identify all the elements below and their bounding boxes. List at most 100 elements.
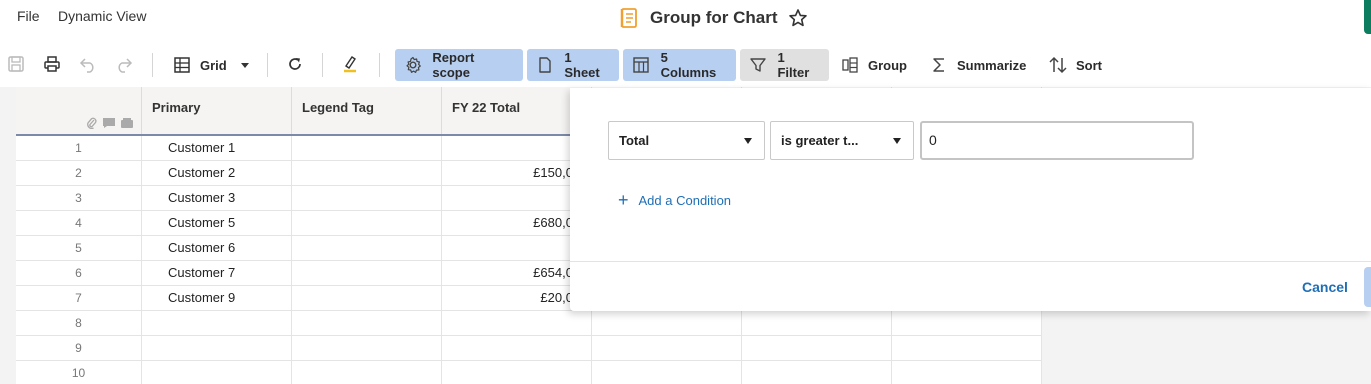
grid-cell[interactable] [292,286,442,311]
add-condition-link[interactable]: + Add a Condition [618,191,731,209]
grid-cell[interactable] [592,311,742,336]
header-icons [86,117,134,132]
menu-file[interactable]: File [17,8,40,24]
filter-icon [748,55,767,75]
grid-cell[interactable] [292,136,442,161]
sheet-icon [535,55,554,75]
primary-cell[interactable] [142,336,292,361]
row-number: 1 [16,136,142,161]
favorite-star-icon[interactable] [788,8,808,28]
grid-cell[interactable] [292,211,442,236]
row-number: 7 [16,286,142,311]
filter-value-input[interactable]: 0 [920,121,1194,160]
fy22-total-cell[interactable] [442,361,592,384]
plus-icon: + [618,190,629,210]
sort-button[interactable]: Sort [1048,49,1102,81]
print-icon[interactable] [42,54,62,74]
brand-edge [1364,0,1371,34]
grid-cell[interactable] [292,361,442,384]
sheets-button[interactable]: 1 Sheet [527,49,619,81]
grid-cell[interactable] [592,361,742,384]
toolbar-divider [379,53,380,77]
sort-label: Sort [1076,57,1102,73]
sheets-label: 1 Sheet [564,50,600,80]
summarize-button[interactable]: Summarize [929,49,1026,81]
grid-cell[interactable] [292,311,442,336]
proof-icon [120,117,134,132]
table-row[interactable]: 9 [16,336,1042,361]
primary-cell[interactable]: Customer 7 [142,261,292,286]
undo-icon[interactable] [78,54,98,74]
filter-panel: Total is greater t... 0 + Add a Conditio… [570,88,1371,311]
primary-cell[interactable]: Customer 1 [142,136,292,161]
group-icon [840,55,860,75]
column-header-legend-tag[interactable]: Legend Tag [292,87,442,134]
primary-cell[interactable]: Customer 3 [142,186,292,211]
grid-cell[interactable] [292,261,442,286]
row-number: 8 [16,311,142,336]
primary-cell[interactable] [142,361,292,384]
highlight-icon[interactable] [340,54,360,74]
toolbar-divider [267,53,268,77]
grid-cell[interactable] [892,336,1042,361]
grid-icon [172,55,192,75]
filter-button[interactable]: 1 Filter [740,49,829,81]
filter-operator-select[interactable]: is greater t... [770,121,914,160]
grid-cell[interactable] [592,336,742,361]
report-scope-label: Report scope [432,50,475,80]
toolbar-divider [152,53,153,77]
sigma-icon [929,55,949,75]
grid-cell[interactable] [292,336,442,361]
comment-icon [102,117,116,132]
primary-cell[interactable] [142,311,292,336]
grid-cell[interactable] [292,186,442,211]
report-scope-button[interactable]: Report scope [395,49,523,81]
menu-dynamic-view[interactable]: Dynamic View [58,8,146,24]
fy22-total-cell[interactable] [442,311,592,336]
filter-field-value: Total [619,133,650,148]
document-title[interactable]: Group for Chart [650,8,778,28]
grid-cell[interactable] [742,361,892,384]
filter-label: 1 Filter [777,50,810,80]
summarize-label: Summarize [957,57,1027,73]
caret-down-icon [893,137,901,144]
redo-icon[interactable] [114,54,134,74]
document-title-area: Group for Chart [618,5,808,31]
filter-field-select[interactable]: Total [608,121,765,160]
columns-button[interactable]: 5 Columns [623,49,736,81]
panel-divider [570,261,1371,262]
row-number: 2 [16,161,142,186]
ok-button[interactable] [1364,267,1371,307]
grid-cell[interactable] [742,336,892,361]
grid-cell[interactable] [292,161,442,186]
attachment-icon [86,117,98,132]
caret-down-icon [744,137,752,144]
toolbar: Grid Report scope 1 Sheet 5 Columns 1 Fi… [0,40,1371,88]
refresh-icon[interactable] [285,54,305,74]
menu-bar: File Dynamic View Group for Chart [0,0,1371,36]
primary-cell[interactable]: Customer 6 [142,236,292,261]
column-header-primary[interactable]: Primary [142,87,292,134]
row-number: 3 [16,186,142,211]
view-mode-dropdown[interactable]: Grid [172,49,249,81]
grid-cell[interactable] [892,361,1042,384]
add-condition-label: Add a Condition [638,192,732,208]
row-number: 5 [16,236,142,261]
row-number: 6 [16,261,142,286]
table-row[interactable]: 10 [16,361,1042,384]
row-number: 10 [16,361,142,384]
grid-cell[interactable] [742,311,892,336]
group-button[interactable]: Group [840,49,907,81]
fy22-total-cell[interactable] [442,336,592,361]
view-mode-label: Grid [200,57,227,73]
primary-cell[interactable]: Customer 2 [142,161,292,186]
primary-cell[interactable]: Customer 5 [142,211,292,236]
primary-cell[interactable]: Customer 9 [142,286,292,311]
grid-cell[interactable] [292,236,442,261]
table-row[interactable]: 8 [16,311,1042,336]
grid-cell[interactable] [892,311,1042,336]
save-icon[interactable] [6,54,26,74]
columns-label: 5 Columns [660,50,717,80]
cancel-button[interactable]: Cancel [1302,279,1348,295]
columns-icon [631,55,651,75]
